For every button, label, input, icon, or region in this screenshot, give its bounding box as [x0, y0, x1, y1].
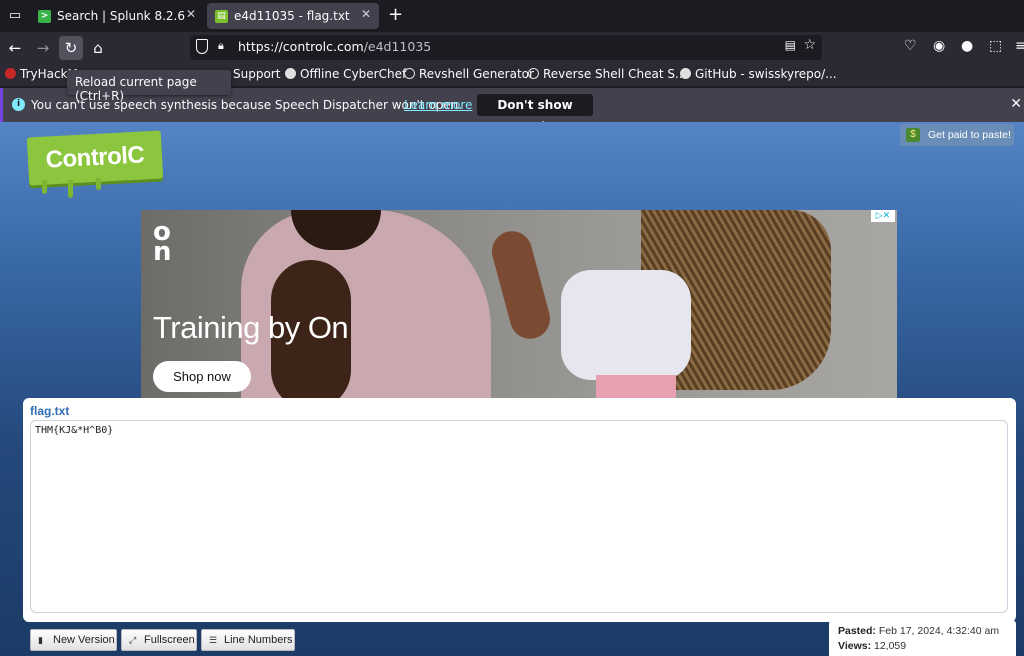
firefox-view-icon[interactable]: ▭	[4, 5, 26, 27]
controlc-logo[interactable]: ControlC	[26, 130, 164, 186]
pasted-label: Pasted:	[838, 625, 876, 637]
lock-icon[interactable]: 🔒︎	[218, 39, 224, 53]
ad-image-part	[561, 270, 691, 380]
reader-view-icon[interactable]: ▤	[785, 38, 796, 52]
bookmark-revshell[interactable]: Revshell Generator	[404, 67, 534, 81]
tab-title: e4d11035 - flag.txt	[234, 9, 350, 23]
close-notification-icon[interactable]: ✕	[1010, 96, 1022, 112]
tab-flag[interactable]: ▤ e4d11035 - flag.txt ✕	[207, 3, 379, 29]
button-label: New Version	[53, 634, 115, 646]
github-icon	[680, 68, 691, 79]
menu-icon[interactable]: ≡	[1015, 38, 1024, 54]
home-icon[interactable]: ⌂	[86, 36, 110, 60]
logo-drip	[42, 180, 47, 194]
paste-content[interactable]: THM{KJ&*H^B0}	[35, 425, 113, 436]
info-icon: i	[12, 98, 25, 111]
advertisement-banner[interactable]: on Training by On Shop now ▷✕	[141, 210, 897, 398]
shop-now-button[interactable]: Shop now	[153, 361, 251, 392]
paste-content-box[interactable]: THM{KJ&*H^B0}	[30, 420, 1008, 613]
page-content: ControlC $ Get paid to paste! on Trainin…	[0, 122, 1024, 656]
learn-more-link[interactable]: Learn more	[404, 98, 472, 112]
pasted-value: Feb 17, 2024, 4:32:40 am	[878, 625, 1000, 637]
logo-text: ControlC	[45, 141, 145, 174]
bookmark-label: Offline CyberChef	[300, 67, 407, 81]
bookmark-star-icon[interactable]: ☆	[803, 37, 816, 53]
expand-icon: ⤢	[129, 635, 137, 645]
globe-icon	[404, 68, 415, 79]
ad-image-part	[487, 226, 555, 344]
get-paid-label: Get paid to paste!	[928, 129, 1011, 141]
bookmark-reverse-shell[interactable]: Reverse Shell Cheat S...	[528, 67, 686, 81]
url-bar[interactable]: 🔒︎ https://controlc.com/e4d11035 ▤ ☆	[190, 35, 822, 60]
bookmark-cyberchef[interactable]: Offline CyberChef	[285, 67, 406, 81]
account-icon[interactable]: ◉	[933, 38, 945, 54]
paste-metadata: Pasted: Feb 17, 2024, 4:32:40 am Views: …	[829, 620, 1016, 656]
ad-image-part	[596, 375, 676, 398]
button-label: Fullscreen	[144, 634, 195, 646]
forward-icon[interactable]: →	[31, 36, 55, 60]
fullscreen-button[interactable]: ⤢ Fullscreen	[121, 629, 197, 651]
ad-headline: Training by On	[153, 310, 349, 345]
paste-panel: flag.txt THM{KJ&*H^B0}	[23, 398, 1016, 622]
tryhackme-icon	[5, 68, 16, 79]
extension-cookie-icon[interactable]: ●	[961, 38, 973, 54]
url-path: /e4d11035	[363, 39, 432, 54]
pasted-info: Pasted: Feb 17, 2024, 4:32:40 am	[838, 624, 1007, 639]
new-tab-icon[interactable]: +	[388, 4, 403, 25]
tab-strip: ▭ > Search | Splunk 8.2.6 ✕ ▤ e4d11035 -…	[0, 0, 1024, 32]
globe-icon	[528, 68, 539, 79]
bookmark-label: Support	[233, 67, 281, 81]
dont-show-again-button[interactable]: Don't show again	[477, 94, 593, 134]
paste-filename: flag.txt	[30, 404, 70, 418]
navigation-bar: ← → ↻ ⌂ 🔒︎ https://controlc.com/e4d11035…	[0, 32, 1024, 62]
adchoices-icon[interactable]: ▷✕	[871, 210, 895, 222]
back-icon[interactable]: ←	[3, 36, 27, 60]
views-value: 12,059	[874, 640, 907, 652]
money-icon: $	[906, 128, 920, 142]
on-brand-logo: on	[153, 217, 172, 267]
bookmark-label: Reverse Shell Cheat S...	[543, 67, 687, 81]
logo-drip	[68, 180, 73, 198]
cyberchef-icon	[285, 68, 296, 79]
tab-title: Search | Splunk 8.2.6	[57, 9, 185, 23]
pocket-icon[interactable]: ♡	[904, 38, 917, 54]
reload-tooltip: Reload current page (Ctrl+R)	[67, 70, 231, 103]
tab-splunk[interactable]: > Search | Splunk 8.2.6 ✕	[30, 3, 204, 29]
new-version-button[interactable]: ▮ New Version	[30, 629, 117, 651]
url-text[interactable]: https://controlc.com/e4d11035	[238, 39, 431, 54]
bookmark-support[interactable]: Support	[233, 67, 280, 81]
extensions-icon[interactable]: ⬚	[989, 38, 1002, 54]
views-info: Views: 12,059	[838, 639, 1007, 654]
controlc-favicon-icon: ▤	[215, 9, 228, 23]
document-icon: ▮	[38, 635, 43, 645]
list-icon: ☰	[209, 635, 218, 645]
logo-drip	[96, 178, 101, 190]
bookmark-github[interactable]: GitHub - swisskyrepo/...	[680, 67, 837, 81]
line-numbers-button[interactable]: ☰ Line Numbers	[201, 629, 295, 651]
splunk-favicon-icon: >	[38, 9, 51, 23]
close-tab-icon[interactable]: ✕	[361, 7, 371, 21]
views-label: Views:	[838, 640, 872, 652]
reload-icon[interactable]: ↻	[59, 36, 83, 60]
url-host: https://controlc.com	[238, 39, 364, 54]
close-tab-icon[interactable]: ✕	[186, 7, 196, 21]
get-paid-button[interactable]: $ Get paid to paste!	[900, 124, 1014, 146]
bookmark-label: Revshell Generator	[419, 67, 534, 81]
bookmark-label: GitHub - swisskyrepo/...	[695, 67, 837, 81]
tracking-protection-icon[interactable]	[196, 39, 208, 54]
button-label: Line Numbers	[224, 634, 293, 646]
